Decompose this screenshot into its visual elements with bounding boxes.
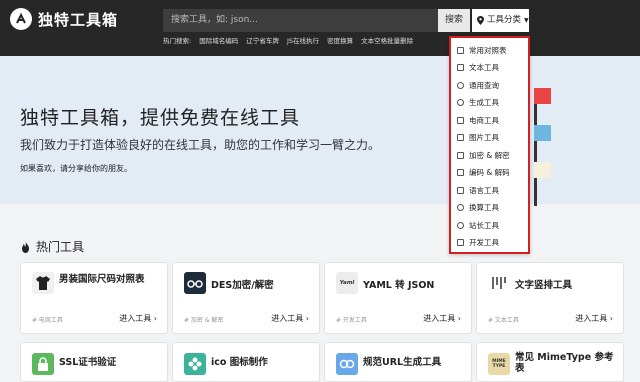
menu-item[interactable]: 开发工具 <box>457 234 527 251</box>
generate-icon <box>457 99 464 106</box>
lock-icon <box>32 353 54 375</box>
category-dropdown-button[interactable]: 工具分类 ▼ <box>472 9 529 32</box>
category-dropdown-menu: 常用对照表 文本工具 通用查询 生成工具 电商工具 图片工具 加密 & 解密 编… <box>449 36 530 254</box>
tool-card[interactable]: DES加密/解密 # 加密 & 解密 进入工具 › <box>172 262 320 334</box>
hot-search-link[interactable]: 辽宁省车牌 <box>246 37 279 45</box>
hot-search-label: 热门搜索: <box>163 37 192 45</box>
image-icon <box>457 134 464 141</box>
tool-title: 文字竖排工具 <box>515 280 573 291</box>
tool-card[interactable]: ico 图标制作 <box>172 342 320 382</box>
tool-title: 常见 MimeType 参考表 <box>515 352 614 374</box>
tool-tag[interactable]: # 文本工具 <box>488 315 519 324</box>
logo-icon[interactable] <box>10 8 32 30</box>
hot-search-link[interactable]: JS在线执行 <box>287 37 319 45</box>
exchange-icon <box>457 204 464 211</box>
menu-item[interactable]: 通用查询 <box>457 77 527 94</box>
search-icon <box>457 82 464 89</box>
caret-down-icon: ▼ <box>524 17 529 24</box>
tool-card[interactable]: 男装国际尺码对照表 # 电商工具 进入工具 › <box>20 262 168 334</box>
dev-code-icon <box>457 239 464 246</box>
globe-icon <box>457 222 464 229</box>
enter-tool-link[interactable]: 进入工具 › <box>423 313 461 324</box>
menu-item[interactable]: 语言工具 <box>457 182 527 199</box>
cart-icon <box>457 117 464 124</box>
tool-card[interactable]: MIME TYPE 常见 MimeType 参考表 <box>476 342 624 382</box>
hot-search-link[interactable]: 文本空格批量删除 <box>361 37 413 45</box>
cream-flag-decoration <box>534 162 551 178</box>
hero-share-text: 如果喜欢，请分享给你的朋友。 <box>20 164 132 173</box>
menu-item[interactable]: 图片工具 <box>457 129 527 146</box>
hot-tools-heading: 热门工具 <box>20 238 84 255</box>
shirt-icon <box>32 272 54 294</box>
enter-tool-link[interactable]: 进入工具 › <box>271 313 309 324</box>
decorative-pole <box>534 94 537 206</box>
menu-item[interactable]: 加密 & 解密 <box>457 147 527 164</box>
fire-icon <box>22 240 29 253</box>
hot-search-link[interactable]: 国际域名编码 <box>199 37 238 45</box>
tool-card[interactable]: SSL证书验证 <box>20 342 168 382</box>
menu-item[interactable]: 生成工具 <box>457 94 527 111</box>
flower-icon <box>184 353 206 375</box>
tool-card[interactable]: Yaml YAML 转 JSON # 开发工具 进入工具 › <box>324 262 472 334</box>
enter-tool-link[interactable]: 进入工具 › <box>575 313 613 324</box>
hero-title: 独特工具箱，提供免费在线工具 <box>20 107 301 129</box>
tool-title: SSL证书验证 <box>59 357 117 368</box>
tool-title: DES加密/解密 <box>211 280 274 291</box>
language-icon <box>457 187 464 194</box>
tool-title: ico 图标制作 <box>211 357 268 368</box>
enter-tool-link[interactable]: 进入工具 › <box>119 313 157 324</box>
menu-item[interactable]: 电商工具 <box>457 112 527 129</box>
hot-search-link[interactable]: 密度换算 <box>327 37 353 45</box>
map-pin-icon <box>477 16 484 25</box>
hero-subtitle: 我们致力于打造体验良好的在线工具，助您的工作和学习一臂之力。 <box>20 138 381 152</box>
menu-item[interactable]: 编码 & 解码 <box>457 164 527 181</box>
menu-item[interactable]: 文本工具 <box>457 59 527 76</box>
category-button-label: 工具分类 <box>487 15 522 25</box>
blue-flag-decoration <box>534 125 551 141</box>
tool-card[interactable]: 规范URL生成工具 <box>324 342 472 382</box>
link-icon <box>336 353 358 375</box>
tool-card[interactable]: 文字竖排工具 # 文本工具 进入工具 › <box>476 262 624 334</box>
search-button[interactable]: 搜索 <box>438 9 470 32</box>
tool-tag[interactable]: # 电商工具 <box>32 315 63 324</box>
mime-icon: MIME TYPE <box>488 353 510 375</box>
code-icon <box>457 169 464 176</box>
section-title: 热门工具 <box>36 240 85 254</box>
menu-item[interactable]: 常用对照表 <box>457 42 527 59</box>
tool-tag[interactable]: # 开发工具 <box>336 315 367 324</box>
glasses-icon <box>184 272 206 294</box>
search-input[interactable]: 搜索工具，如: json... <box>163 9 438 32</box>
brand-name[interactable]: 独特工具箱 <box>38 9 118 30</box>
menu-item[interactable]: 换算工具 <box>457 199 527 216</box>
tool-title: 男装国际尺码对照表 <box>59 274 145 285</box>
table-icon <box>457 47 464 54</box>
lock-icon <box>457 152 464 159</box>
menu-item[interactable]: 站长工具 <box>457 217 527 234</box>
yaml-icon: Yaml <box>336 272 358 294</box>
vertical-text-icon <box>488 272 510 294</box>
text-icon <box>457 64 464 71</box>
tool-title: YAML 转 JSON <box>363 280 435 291</box>
red-flag-decoration <box>534 88 551 104</box>
tool-tag[interactable]: # 加密 & 解密 <box>184 315 223 324</box>
hot-searches: 热门搜索: 国际域名编码 辽宁省车牌 JS在线执行 密度换算 文本空格批量删除 <box>163 35 419 45</box>
top-navbar: 独特工具箱 搜索工具，如: json... 搜索 工具分类 ▼ 热门搜索: 国际… <box>0 0 640 56</box>
tool-title: 规范URL生成工具 <box>363 357 442 368</box>
